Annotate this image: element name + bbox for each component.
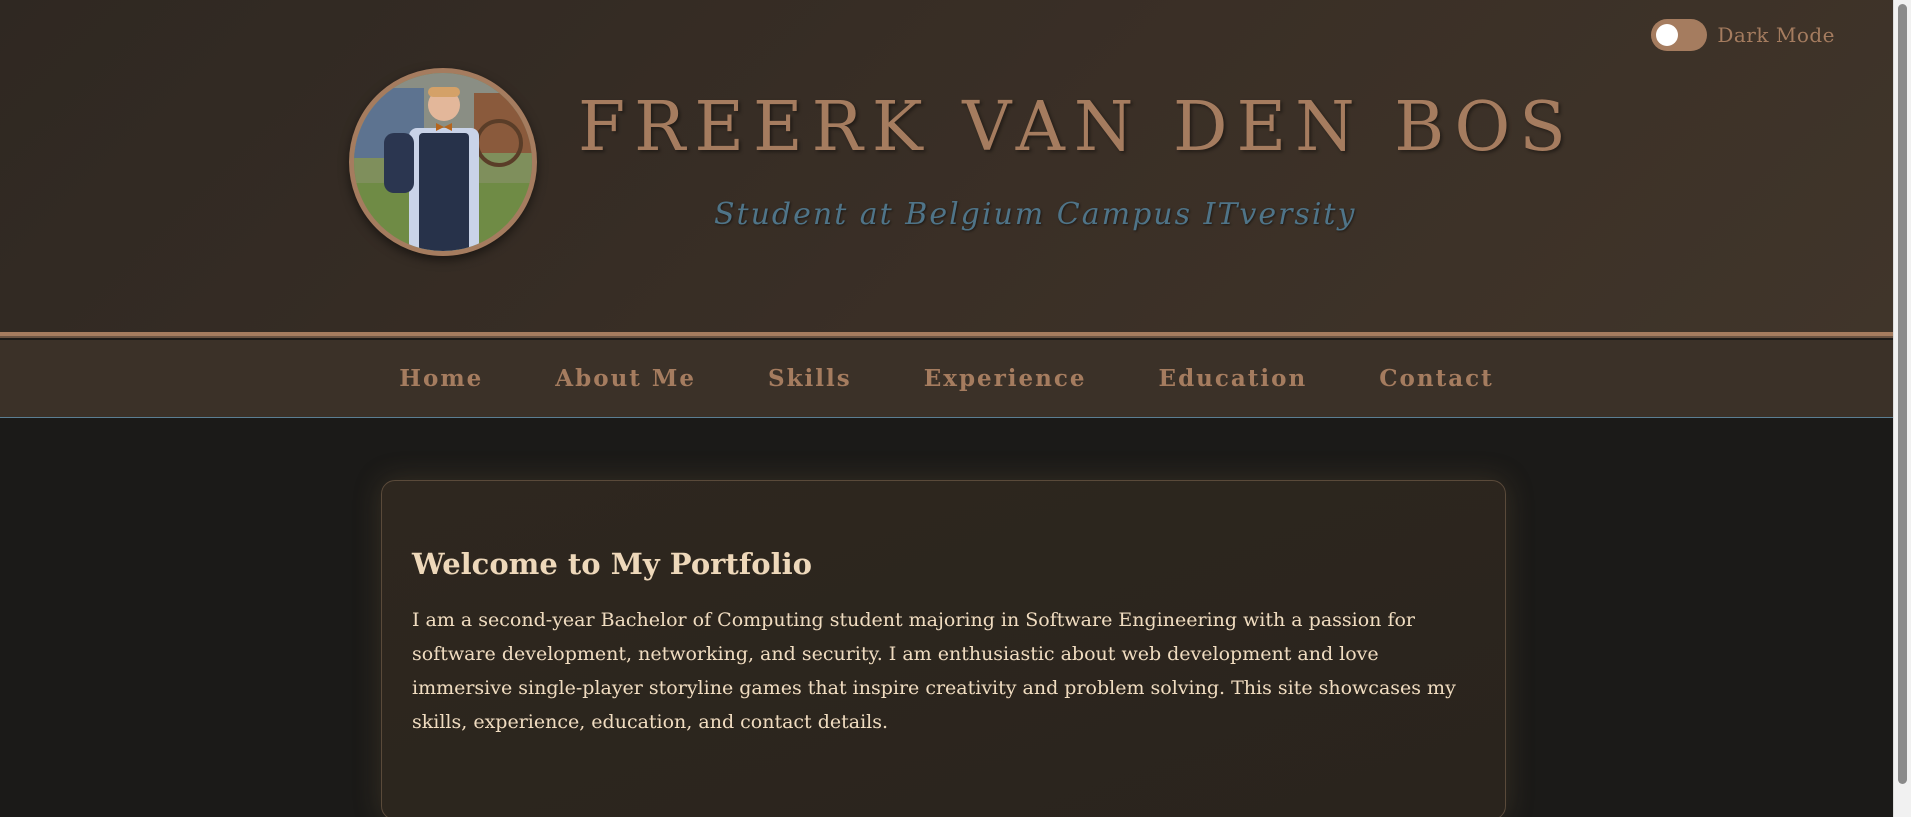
scrollbar-thumb[interactable] (1898, 4, 1907, 784)
welcome-card: Welcome to My Portfolio I am a second-ye… (381, 480, 1506, 817)
toggle-knob (1656, 24, 1679, 46)
dark-mode-toggle[interactable] (1651, 19, 1708, 51)
nav-about-me[interactable]: About Me (555, 365, 696, 392)
page: Dark Mode Freerk van den Bos Student at … (0, 0, 1911, 817)
dark-mode-toggle-group: Dark Mode (1651, 19, 1835, 51)
welcome-text: I am a second-year Bachelor of Computing… (412, 609, 1456, 733)
site-title: Freerk van den Bos (578, 88, 1575, 167)
welcome-heading: Welcome to My Portfolio (412, 547, 813, 581)
nav-education[interactable]: Education (1159, 365, 1308, 392)
main-nav: Home About Me Skills Experience Educatio… (0, 340, 1893, 418)
dark-mode-label: Dark Mode (1717, 23, 1835, 47)
page-scrollbar[interactable] (1893, 0, 1911, 817)
main-content: Welcome to My Portfolio I am a second-ye… (0, 419, 1893, 817)
nav-experience[interactable]: Experience (924, 365, 1087, 392)
nav-home[interactable]: Home (399, 365, 483, 392)
profile-photo (349, 68, 537, 256)
site-subtitle: Student at Belgium Campus ITversity (714, 197, 1357, 232)
nav-contact[interactable]: Contact (1379, 365, 1494, 392)
profile-photo-image (354, 73, 532, 251)
nav-skills[interactable]: Skills (768, 365, 852, 392)
site-header: Dark Mode Freerk van den Bos Student at … (0, 0, 1893, 336)
